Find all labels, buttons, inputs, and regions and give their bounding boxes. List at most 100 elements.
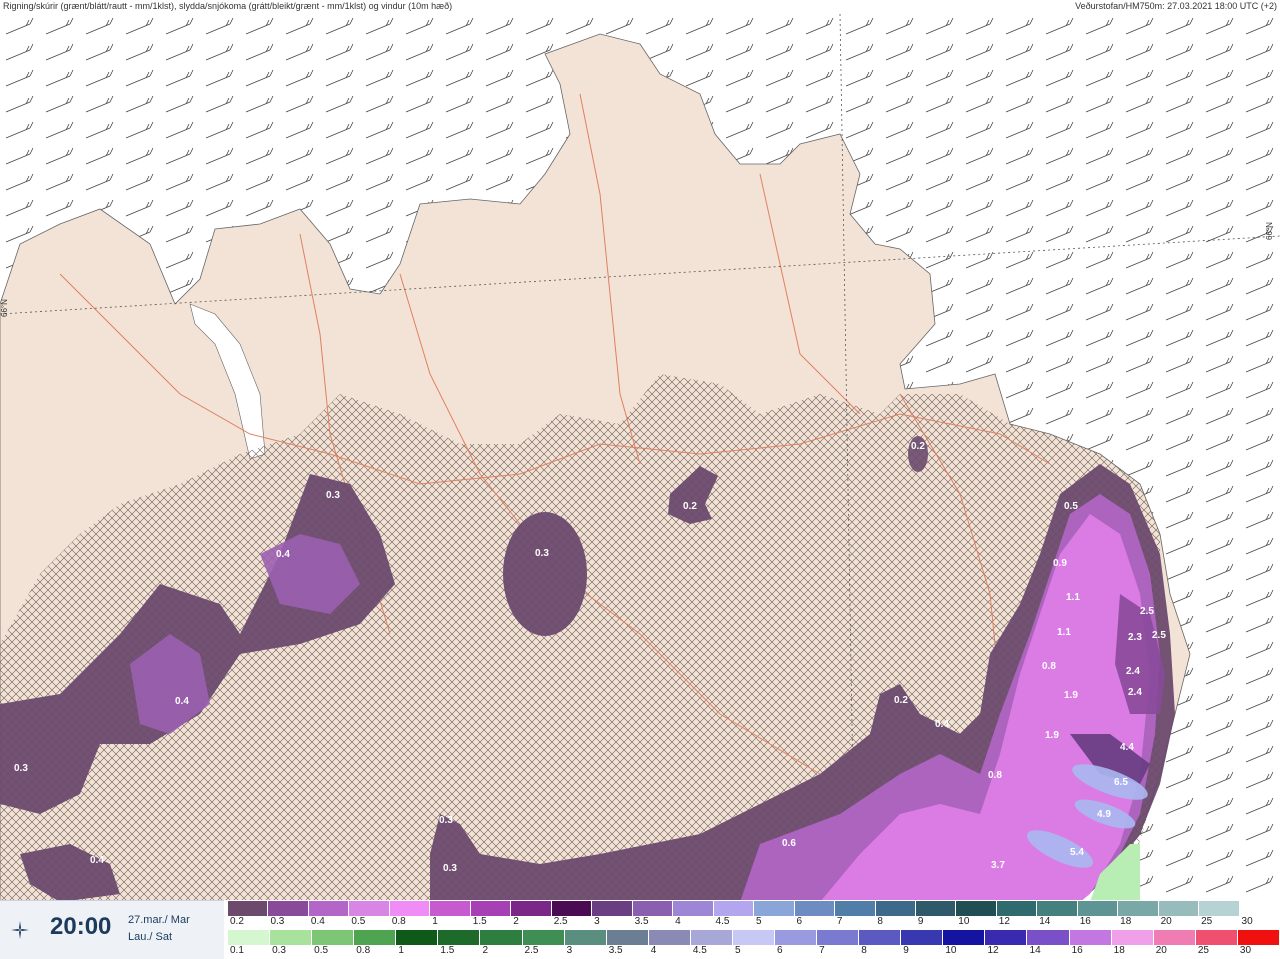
snow-scale-label: 3.5 [634,916,649,927]
rain-scale-label: 3 [566,945,573,956]
forecast-map: 66°N 66°N 0.3 0.4 0.4 0.3 0.4 0.3 0.2 0.… [0,13,1280,903]
precip-label: 0.2 [911,441,925,452]
snow-scale-swatch [470,901,512,916]
snow-scale-label: 7 [836,916,843,927]
precip-label: 0.3 [535,548,549,559]
snow-scale-swatch [915,901,957,916]
rain-scale-label: 16 [1071,945,1083,956]
rain-scale-label: 12 [987,945,999,956]
snow-scale-swatch [268,901,309,916]
snow-scale-swatch [835,901,876,916]
forecast-day: Lau./ Sat [128,931,173,943]
snow-scale-swatch [551,901,593,916]
rain-scale-label: 4.5 [692,945,707,956]
rain-scale-swatch [438,930,481,945]
rain-scale-swatch [690,930,733,945]
snow-scale-swatch [308,901,350,916]
rain-scale-swatch [312,930,355,945]
rain-scale-label: 20 [1155,945,1167,956]
snow-scale-label: 3 [594,916,600,927]
snow-scale-label: 8 [877,916,883,927]
snow-scale-label: 4 [675,916,681,927]
snow-scale-label: 10 [958,916,970,927]
precip-label: 0.5 [1064,501,1078,512]
rain-scale-swatch [354,930,397,945]
snow-scale-label: 30 [1241,916,1253,927]
snow-scale-label: 0.4 [310,916,325,927]
snow-scale-swatch [794,901,836,916]
precip-label: 0.9 [1053,558,1067,569]
rain-scale-label: 0.5 [314,945,329,956]
rain-scale-swatch [564,930,607,945]
forecast-time: 20:00 [50,913,112,940]
rain-scale-swatch [943,930,986,945]
precip-label: 0.4 [935,719,949,730]
precip-label: 0.3 [326,490,340,501]
precip-label: 0.4 [90,855,104,866]
rain-scale-swatch [1111,930,1154,945]
rain-scale-swatch [817,930,860,945]
rain-color-scale [228,930,1280,945]
rain-scale-label: 18 [1113,945,1125,956]
precip-label: 2.5 [1140,606,1154,617]
rain-scale-swatch [1069,930,1112,945]
rain-scale-label: 5 [734,945,741,956]
rain-scale-labels: 0.1 0.3 0.5 0.8 1 1.5 2 2.5 3 3.5 4 4.5 5 6 7 8 9 10 12 14 1… [228,945,1280,957]
rain-scale-label: 3.5 [608,945,623,956]
precip-label: 5.4 [1070,847,1084,858]
rain-scale-label: 30 [1239,945,1252,956]
snow-scale-label: 2 [513,916,519,927]
rain-scale-label: 2 [482,945,489,956]
rain-scale-swatch [732,930,776,945]
precip-label: 2.4 [1128,687,1142,698]
rain-scale-label: 25 [1197,945,1209,956]
rain-scale-label: 10 [945,945,957,956]
snow-scale-label: 16 [1079,916,1091,927]
snow-scale-swatch [875,901,916,916]
rain-scale-swatch [901,930,944,945]
rain-scale-swatch [648,930,691,945]
snow-scale-swatch [430,901,471,916]
precip-label: 0.8 [1042,661,1056,672]
rain-scale-label: 7 [819,945,825,956]
header-description: Rigning/skúrir (grænt/blátt/rautt - mm/1… [3,1,453,11]
rain-scale-swatch [522,930,565,945]
snow-scale-label: 14 [1039,916,1051,927]
map-footer: 20:00 27.mar./ Mar Lau./ Sat 0.2 0.3 0.4 0.… [0,900,1280,959]
snow-scale-swatch [349,901,390,916]
rain-scale-swatch [396,930,439,945]
precip-label: 3.7 [991,860,1005,871]
snow-scale-swatch [673,901,714,916]
precip-label: 2.5 [1152,630,1166,641]
map-header: Rigning/skúrir (grænt/blátt/rautt - mm/1… [0,0,1280,14]
snow-scale-swatch [996,901,1038,916]
snow-scale-swatch [1077,901,1119,916]
snow-scale-label: 0.2 [230,916,244,927]
snow-scale-label: 4.5 [715,916,730,927]
snow-color-scale [228,901,1280,916]
precip-label: 1.9 [1045,730,1059,741]
rain-scale-label: 2.5 [524,945,539,956]
snow-scale-label: 12 [998,916,1010,927]
rain-scale-swatch [1195,930,1238,945]
precip-label: 0.3 [439,815,453,826]
rain-scale-label: 6 [777,945,783,956]
snow-scale-swatch [632,901,674,916]
precip-label: 0.8 [988,770,1002,781]
rain-scale-label: 8 [861,945,867,956]
snow-scale-label: 6 [796,916,803,927]
rain-scale-swatch [1237,930,1280,945]
precip-label: 6.5 [1114,777,1128,788]
precip-label: 0.2 [683,501,697,512]
precip-label: 1.1 [1057,627,1071,638]
rain-scale-label: 0.8 [356,945,371,956]
rain-scale-swatch [270,930,313,945]
rain-scale-label: 0.1 [230,945,244,956]
precip-label: 0.4 [276,549,290,560]
rain-scale-label: 4 [650,945,657,956]
forecast-date: 27.mar./ Mar [128,914,190,926]
snow-scale-swatch [389,901,431,916]
snow-scale-label: 18 [1120,916,1132,927]
rain-scale-swatch [228,930,271,945]
precip-label: 2.3 [1128,632,1142,643]
